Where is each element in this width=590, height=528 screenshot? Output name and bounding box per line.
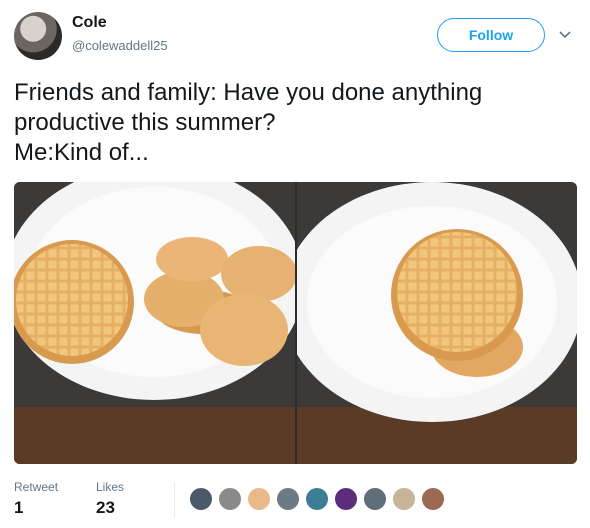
photo-waffle-and-pancakes[interactable] — [14, 182, 295, 464]
liker-avatar[interactable] — [304, 486, 330, 512]
likes-stat[interactable]: Likes 23 — [96, 480, 124, 518]
user-handle[interactable]: @colewaddell25 — [72, 38, 168, 53]
likes-label: Likes — [96, 480, 125, 494]
chevron-down-icon[interactable] — [556, 28, 574, 42]
retweet-label: Retweet — [14, 480, 59, 494]
avatar[interactable] — [14, 12, 62, 60]
photo-waffles-stacked[interactable] — [296, 182, 577, 464]
liker-avatar[interactable] — [217, 486, 243, 512]
follow-button[interactable]: Follow — [437, 18, 545, 52]
likers-avatars — [188, 486, 449, 514]
tweet-media[interactable] — [14, 182, 577, 464]
liker-avatar[interactable] — [362, 486, 388, 512]
liker-avatar[interactable] — [333, 486, 359, 512]
liker-avatar[interactable] — [246, 486, 272, 512]
divider — [174, 482, 175, 518]
liker-avatar[interactable] — [275, 486, 301, 512]
liker-avatar[interactable] — [420, 486, 446, 512]
retweet-count: 1 — [14, 498, 24, 517]
tweet-text: Friends and family: Have you done anythi… — [14, 79, 483, 166]
liker-avatar[interactable] — [188, 486, 214, 512]
likes-count: 23 — [96, 498, 115, 517]
liker-avatar[interactable] — [391, 486, 417, 512]
retweet-stat[interactable]: Retweet 1 — [14, 480, 58, 518]
display-name[interactable]: Cole — [72, 14, 107, 32]
